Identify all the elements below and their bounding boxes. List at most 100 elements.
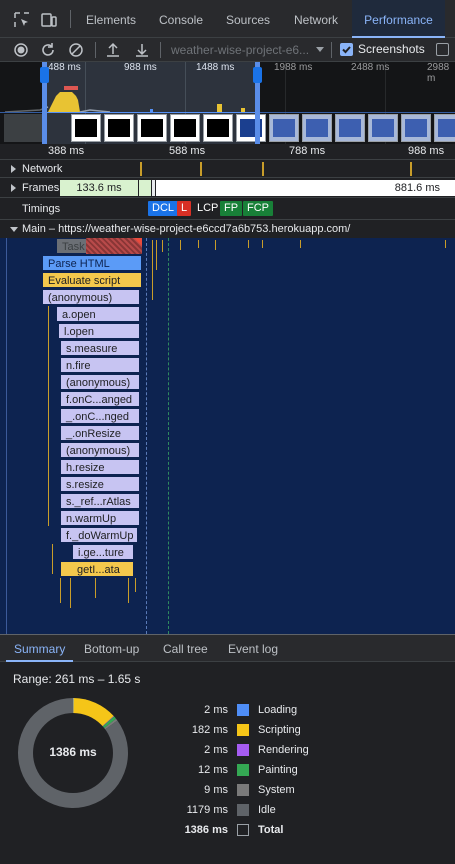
chevron-down-icon [316,47,324,52]
tab-bottom-up[interactable]: Bottom-up [84,635,139,662]
device-toolbar-icon[interactable] [40,11,58,29]
network-request-bar [200,162,202,176]
legend-swatch [237,784,249,796]
timeline-ruler: 388 ms 588 ms 788 ms 988 ms [0,144,455,160]
flame-block-function[interactable]: (anonymous) [60,442,140,458]
flame-block-function[interactable]: s._ref...rAtlas [60,493,140,509]
frame-block[interactable] [139,180,151,196]
flame-block-function[interactable]: f._doWarmUp [60,527,138,543]
timings-track[interactable]: Timings DCL L LCP FP FCP [0,198,455,220]
task-marker [445,240,446,248]
legend-swatch [237,764,249,776]
flame-gridline [6,238,7,634]
fp-badge[interactable]: FP [220,201,243,216]
profile-select[interactable]: weather-wise-project-e6... [163,40,331,60]
flame-block-function[interactable]: s.measure [60,340,140,356]
flame-block-function[interactable]: a.open [56,306,140,322]
call-stack-edge [95,578,96,598]
screenshot-thumbnail[interactable] [434,114,455,142]
flame-block-function[interactable]: n.fire [60,357,140,373]
load-badge[interactable]: L [177,201,192,216]
tab-elements[interactable]: Elements [78,0,144,38]
collapse-triangle-icon[interactable] [10,227,18,232]
tab-performance[interactable]: Performance [352,0,445,38]
task-marker [215,240,216,250]
expand-triangle-icon[interactable] [11,184,16,192]
flame-block-function[interactable]: i.ge...ture [72,544,134,560]
timings-track-label: Timings [22,203,61,215]
flame-block-parse-html[interactable]: Parse HTML [42,255,142,271]
flame-block-evaluate-script[interactable]: Evaluate script [42,272,142,288]
screenshot-thumbnail[interactable] [170,114,200,142]
inspect-element-icon[interactable] [13,11,31,29]
flame-block-function[interactable]: l.open [58,323,140,339]
legend-swatch [237,704,249,716]
screenshot-thumbnail[interactable] [71,114,101,142]
main-track-header[interactable]: Main – https://weather-wise-project-e6cc… [0,220,455,238]
flame-block-function[interactable]: getI...ata [60,561,134,577]
frame-block[interactable] [152,180,155,196]
fcp-marker-line [168,238,169,634]
legend-label: Painting [258,764,298,776]
call-stack-edge [135,578,136,592]
screenshot-thumbnail[interactable] [104,114,134,142]
flame-block-function[interactable]: f.onC...anged [60,391,140,407]
legend-label-total: Total [258,824,284,836]
summary-panel: Range: 261 ms – 1.65 s 1386 ms 2 ms Load… [0,662,455,864]
task-marker [156,240,157,270]
screenshot-thumbnail[interactable] [335,114,365,142]
tab-call-tree[interactable]: Call tree [163,635,208,662]
selection-handle-knob[interactable] [253,67,262,83]
long-task-corner-icon [134,238,142,246]
screenshots-checkbox[interactable] [340,43,353,56]
frames-track[interactable]: Frames 133.6 ms 881.6 ms [0,178,455,198]
checkmark-icon [342,46,351,54]
call-stack-edge [70,578,71,608]
dcl-badge[interactable]: DCL [148,201,179,216]
tab-separator [70,10,71,28]
toolbar-separator [95,42,96,58]
expand-triangle-icon[interactable] [11,165,16,173]
screenshot-thumbnail[interactable] [137,114,167,142]
clear-icon[interactable] [67,41,85,59]
reload-record-button[interactable] [39,41,57,59]
legend-label: Loading [258,704,298,716]
tab-summary[interactable]: Summary [6,635,74,662]
download-icon[interactable] [133,41,151,59]
flame-block-function[interactable]: h.resize [60,459,140,475]
flame-block-function[interactable]: s.resize [60,476,140,492]
timeline-overview[interactable]: 488 ms 988 ms 1488 ms 1988 ms 2488 ms 29… [0,62,455,144]
tab-sources[interactable]: Sources [218,0,278,38]
screenshot-thumbnail[interactable] [203,114,233,142]
flame-block-function[interactable]: n.warmUp [60,510,140,526]
ruler-tick: 588 ms [169,145,206,157]
network-request-bar [262,162,264,176]
network-request-bar [140,162,142,176]
screenshot-thumbnail[interactable] [269,114,299,142]
screenshot-thumbnail[interactable] [302,114,332,142]
tab-event-log[interactable]: Event log [228,635,278,662]
task-marker [262,240,263,248]
flame-block-function[interactable]: (anonymous) [42,289,140,305]
flame-block-function[interactable]: _.onC...nged [60,408,140,424]
upload-icon[interactable] [104,41,122,59]
selection-handle-knob[interactable] [40,67,49,83]
network-track-label: Network [22,163,63,175]
tab-network[interactable]: Network [284,0,348,38]
legend-label: Rendering [258,744,309,756]
screenshot-thumbnail[interactable] [401,114,431,142]
flame-block-function[interactable]: (anonymous) [60,374,140,390]
tab-console[interactable]: Console [150,0,212,38]
record-button[interactable] [12,41,30,59]
memory-checkbox[interactable] [436,43,449,56]
flame-block-function[interactable]: _.onResize [60,425,140,441]
screenshot-thumbnail[interactable] [236,114,266,142]
screenshot-thumbnail[interactable] [368,114,398,142]
task-marker [152,240,153,300]
task-marker [248,240,249,248]
lcp-badge[interactable]: LCP [193,201,223,216]
main-thread-flame-chart[interactable]: Task Parse HTML Evaluate script (anonymo… [0,238,455,634]
network-track[interactable]: Network [0,160,455,178]
fcp-badge[interactable]: FCP [243,201,273,216]
screenshot-thumbnail[interactable] [4,114,42,142]
